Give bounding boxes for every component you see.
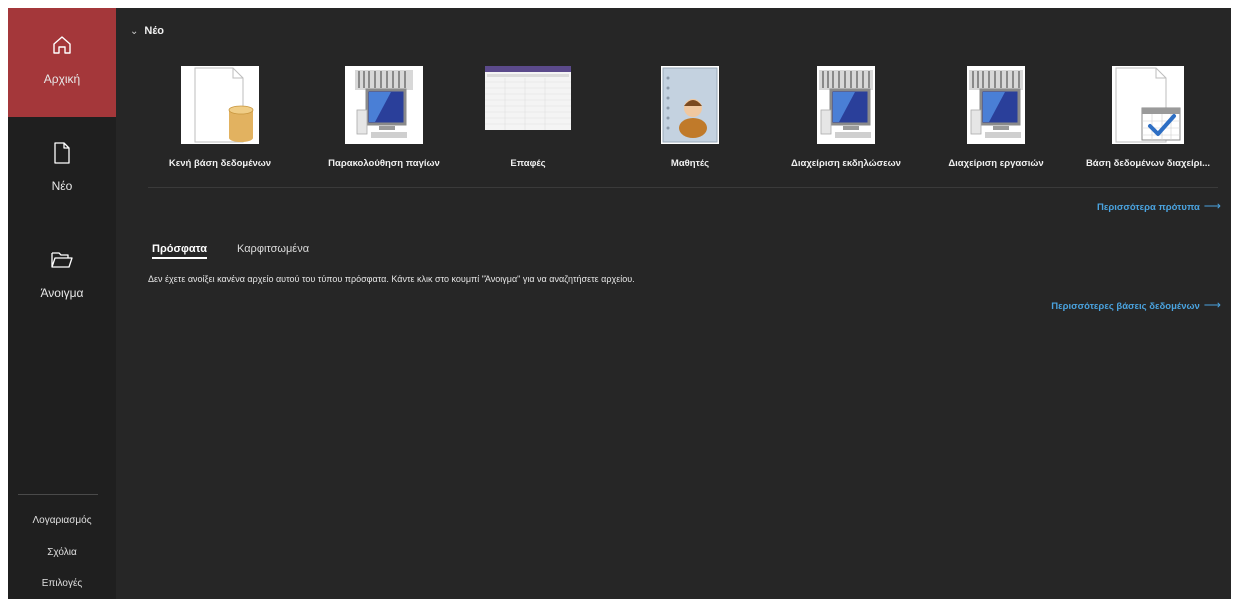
tab-label: Καρφιτσωμένα <box>237 243 310 255</box>
template-students[interactable]: Μαθητές <box>620 66 760 169</box>
template-label: Διαχείριση εργασιών <box>948 158 1044 169</box>
calendar-check-icon <box>1112 66 1184 144</box>
sidebar-item-label: Άνοιγμα <box>40 286 84 300</box>
address-book-icon <box>661 66 719 144</box>
template-blank-database[interactable]: Κενή βάση δεδομένων <box>150 66 290 169</box>
more-databases-label: Περισσότερες βάσεις δεδομένων <box>1051 301 1200 312</box>
more-templates-link[interactable]: Περισσότερα πρότυπα ⟶ <box>1097 199 1221 213</box>
blank-database-icon <box>181 66 259 144</box>
tab-recent[interactable]: Πρόσφατα <box>152 243 207 259</box>
template-label: Διαχείριση εκδηλώσεων <box>791 158 901 169</box>
sidebar-item-options[interactable]: Επιλογές <box>8 578 116 589</box>
template-label: Βάση δεδομένων διαχείρι... <box>1085 158 1211 169</box>
section-divider <box>148 187 1218 188</box>
template-label: Επαφές <box>510 158 546 169</box>
access-backstage-window: Αρχική Νέο Άνοιγμα Λογαριασμός Σχόλια Επ… <box>8 8 1231 599</box>
template-asset-tracking[interactable]: Παρακολούθηση παγίων <box>314 66 454 169</box>
template-label: Κενή βάση δεδομένων <box>168 158 272 169</box>
sidebar-item-account[interactable]: Λογαριασμός <box>8 515 116 526</box>
template-database-management[interactable]: Βάση δεδομένων διαχείρι... <box>1078 66 1218 169</box>
template-contacts[interactable]: Επαφές <box>458 66 598 169</box>
empty-recent-message: Δεν έχετε ανοίξει κανένα αρχείο αυτού το… <box>148 274 635 284</box>
sidebar-item-home[interactable]: Αρχική <box>8 8 116 117</box>
computer-icon <box>345 66 423 144</box>
template-label: Παρακολούθηση παγίων <box>328 158 440 169</box>
sidebar-item-feedback[interactable]: Σχόλια <box>8 547 116 558</box>
computer-icon <box>967 66 1025 144</box>
sidebar-item-new[interactable]: Νέο <box>8 136 116 216</box>
tab-label: Πρόσφατα <box>152 243 207 255</box>
new-section-title: Νέο <box>144 25 165 37</box>
sidebar-item-label: Αρχική <box>43 72 81 86</box>
sidebar-divider <box>18 494 98 495</box>
sidebar: Αρχική Νέο Άνοιγμα Λογαριασμός Σχόλια Επ… <box>8 8 116 599</box>
template-event-management[interactable]: Διαχείριση εκδηλώσεων <box>776 66 916 169</box>
more-databases-link[interactable]: Περισσότερες βάσεις δεδομένων ⟶ <box>1051 298 1221 312</box>
sidebar-item-label: Νέο <box>51 179 73 193</box>
arrow-right-icon: ⟶ <box>1203 199 1221 213</box>
sidebar-item-open[interactable]: Άνοιγμα <box>8 242 116 312</box>
spreadsheet-preview-icon <box>485 66 571 130</box>
tab-active-indicator <box>152 257 207 259</box>
template-label: Μαθητές <box>670 158 710 169</box>
template-task-management[interactable]: Διαχείριση εργασιών <box>926 66 1066 169</box>
tab-pinned[interactable]: Καρφιτσωμένα <box>237 243 309 255</box>
new-document-icon <box>53 142 71 169</box>
new-section-header[interactable]: ⌄ Νέο <box>130 25 164 37</box>
home-icon <box>51 34 73 61</box>
more-templates-label: Περισσότερα πρότυπα <box>1096 202 1200 213</box>
computer-icon <box>817 66 875 144</box>
arrow-right-icon: ⟶ <box>1203 298 1221 312</box>
open-folder-icon <box>51 250 73 275</box>
chevron-down-icon: ⌄ <box>130 26 139 37</box>
